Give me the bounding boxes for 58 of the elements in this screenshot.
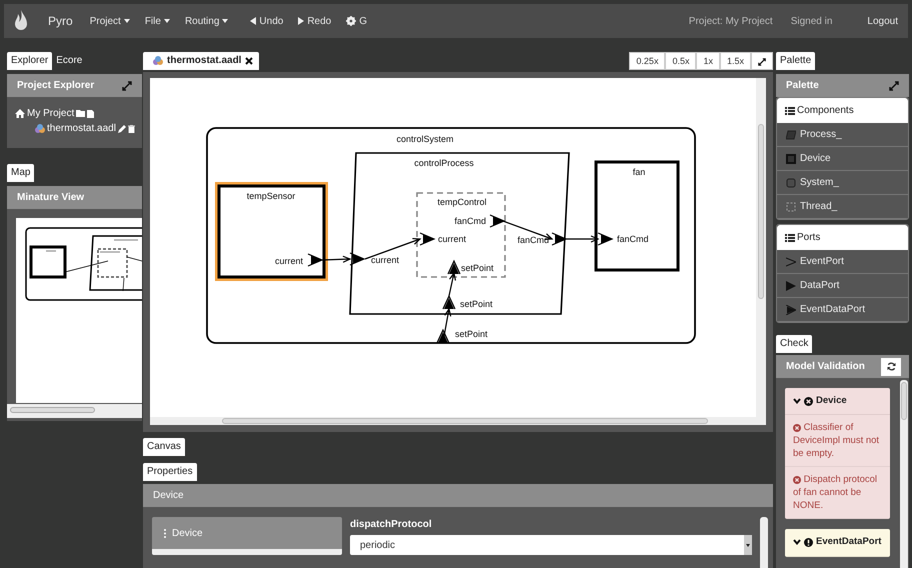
component-label: controlSystem [396, 134, 454, 144]
alert-heading[interactable]: EventDataPort [785, 529, 890, 556]
nav-menu[interactable]: File [144, 14, 170, 28]
panel-tab[interactable]: Explorer [7, 52, 52, 70]
tree-item[interactable]: My Project [27, 106, 74, 121]
component-label: fan [632, 167, 646, 177]
palette-group-header: Ports [777, 225, 908, 250]
panel-tab[interactable]: Palette [776, 52, 816, 70]
field-label: dispatchProtocol [350, 518, 433, 532]
project-name: Project: My Project [688, 14, 773, 28]
port-label: setPoint [455, 329, 488, 339]
panel-title: Palette [786, 79, 819, 93]
port-label: fanCmd [454, 216, 486, 226]
port-label: fanCmd [517, 235, 549, 245]
nav-menu[interactable]: Project [90, 14, 130, 28]
port-label: current [438, 234, 466, 244]
brand-name[interactable]: Pyro [48, 12, 73, 30]
palette-item[interactable]: Device [777, 147, 908, 171]
port-label: current [274, 256, 303, 266]
user-status: Signed in [790, 14, 832, 28]
nav-menu[interactable]: G [346, 14, 367, 28]
component-label: controlProcess [414, 158, 474, 168]
palette-group-header: Components [777, 98, 908, 123]
tree-item[interactable]: thermostat.aadl [47, 121, 116, 136]
nav-menu[interactable]: Routing [184, 14, 228, 28]
zoom-button[interactable]: 1x [696, 52, 720, 70]
panel-tab[interactable]: Map [7, 164, 34, 182]
port-label: current [371, 255, 400, 265]
panel-title: Minature View [17, 191, 84, 205]
zoom-button[interactable]: 0.5x [665, 52, 696, 70]
panel-tab[interactable]: Ecore [52, 52, 86, 70]
palette-item[interactable]: EventPort [777, 250, 908, 274]
palette-item[interactable]: DataPort [777, 274, 908, 298]
zoom-button[interactable]: 0.25x [629, 52, 666, 70]
palette-item[interactable]: EventDataPort [777, 298, 908, 322]
palette-item[interactable]: Process_ [777, 123, 908, 147]
panel-title: Model Validation [786, 360, 865, 374]
nav-menu[interactable]: Redo [298, 14, 332, 28]
zoom-button[interactable]: 1.5x [720, 52, 751, 70]
alert-heading[interactable]: Device [785, 388, 890, 416]
panel-title: Device [153, 489, 184, 503]
logout-link[interactable]: Logout [867, 14, 898, 28]
panel-title: Project Explorer [17, 79, 94, 93]
port-label: setPoint [461, 263, 494, 273]
panel-tab[interactable]: Check [776, 335, 812, 353]
panel-tab[interactable]: Canvas [143, 438, 185, 456]
panel-tab[interactable]: Properties [143, 463, 197, 481]
nav-menu[interactable]: Undo [250, 14, 284, 28]
palette-item[interactable]: Thread_ [777, 195, 908, 219]
palette-item[interactable]: System_ [777, 171, 908, 195]
component-label: tempControl [437, 197, 487, 207]
validation-message: Classifier of DeviceImpl must not be empty. [793, 422, 880, 460]
dropdown-field[interactable]: periodic [350, 535, 752, 555]
component-label: tempSensor [246, 191, 296, 201]
port-label: setPoint [460, 299, 493, 309]
port-label: fanCmd [617, 234, 649, 244]
validation-message: Dispatch protocol of fan cannot be NONE. [793, 474, 878, 512]
file-tab[interactable]: thermostat.aadl [143, 52, 260, 70]
